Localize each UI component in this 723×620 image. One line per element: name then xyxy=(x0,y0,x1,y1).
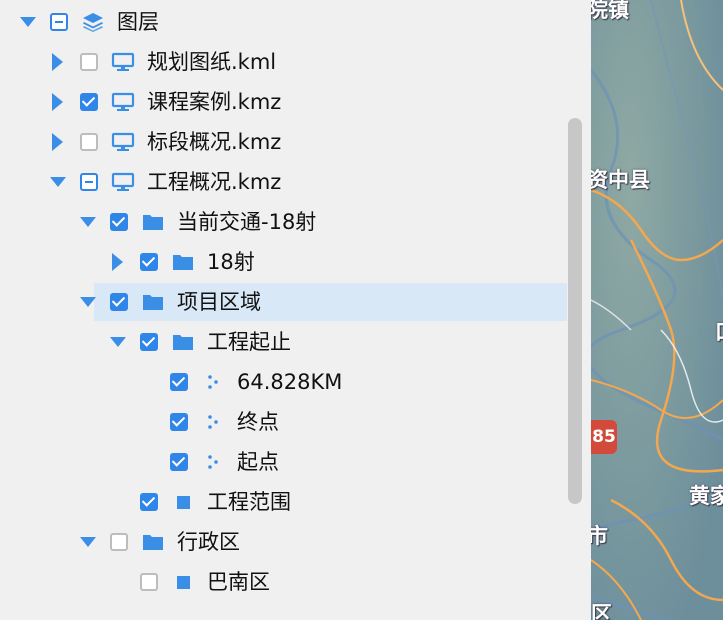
layer-tree: 图层规划图纸.kml 课程案例.kmz 标段概况.kmz 工程概况.kmz 当前交通-1… xyxy=(0,0,567,620)
tree-row[interactable]: 项目区域 xyxy=(0,282,567,322)
expand-arrow-icon[interactable] xyxy=(49,93,67,111)
layer-label: 图层 xyxy=(117,10,159,34)
layer-checkbox[interactable] xyxy=(140,333,158,351)
map-background xyxy=(591,0,723,620)
tree-row[interactable]: 当前交通-18射 xyxy=(0,202,567,242)
monitor-icon xyxy=(111,171,135,193)
layer-label: 课程案例.kmz xyxy=(147,90,282,114)
layer-checkbox[interactable] xyxy=(80,173,98,191)
map-label: 资中县 xyxy=(591,168,650,192)
layer-checkbox[interactable] xyxy=(80,133,98,151)
collapse-arrow-icon[interactable] xyxy=(109,333,127,351)
layer-label: 规划图纸.kml xyxy=(147,50,277,74)
tree-row[interactable]: 工程概况.kmz xyxy=(0,162,567,202)
layer-checkbox[interactable] xyxy=(110,293,128,311)
folder-icon xyxy=(141,211,165,233)
layer-label: 终点 xyxy=(237,410,279,434)
layer-label: 18射 xyxy=(207,250,255,274)
polygon-icon xyxy=(171,491,195,513)
layer-checkbox[interactable] xyxy=(140,573,158,591)
collapse-arrow-icon[interactable] xyxy=(49,173,67,191)
layer-label: 行政区 xyxy=(177,530,240,554)
map-view[interactable]: 院镇 资中县 口 85 黄家 市 区 xyxy=(591,0,723,620)
collapse-arrow-icon[interactable] xyxy=(19,13,37,31)
layer-checkbox[interactable] xyxy=(170,453,188,471)
map-label: 区 xyxy=(591,602,612,620)
layer-label: 标段概况.kmz xyxy=(147,130,282,154)
tree-row[interactable]: 起点 xyxy=(0,442,567,482)
collapse-arrow-icon[interactable] xyxy=(79,293,97,311)
map-label: 院镇 xyxy=(591,0,629,22)
layer-label: 项目区域 xyxy=(177,290,261,314)
layer-checkbox[interactable] xyxy=(140,253,158,271)
map-label: 口 xyxy=(715,316,723,346)
layer-label: 当前交通-18射 xyxy=(177,210,317,234)
tree-row[interactable]: 行政区 xyxy=(0,522,567,562)
tree-row[interactable]: 规划图纸.kml xyxy=(0,42,567,82)
collapse-arrow-icon[interactable] xyxy=(79,213,97,231)
scrollbar-thumb[interactable] xyxy=(568,118,582,504)
tree-root[interactable]: 图层 xyxy=(0,2,567,42)
layer-label: 64.828KM xyxy=(237,370,343,394)
layer-label: 起点 xyxy=(237,450,279,474)
layer-checkbox[interactable] xyxy=(140,493,158,511)
layer-checkbox[interactable] xyxy=(170,373,188,391)
collapse-arrow-icon[interactable] xyxy=(79,533,97,551)
monitor-icon xyxy=(111,91,135,113)
layer-checkbox[interactable] xyxy=(80,53,98,71)
map-label: 黄家 xyxy=(689,484,723,508)
road-badge: 85 xyxy=(591,420,617,454)
tree-row[interactable]: 64.828KM xyxy=(0,362,567,402)
tree-row[interactable]: 18射 xyxy=(0,242,567,282)
points-icon xyxy=(201,451,225,473)
layer-checkbox[interactable] xyxy=(80,93,98,111)
points-icon xyxy=(201,411,225,433)
layer-checkbox[interactable] xyxy=(110,213,128,231)
map-label: 市 xyxy=(591,524,608,548)
folder-icon xyxy=(171,251,195,273)
layer-label: 巴南区 xyxy=(207,570,270,594)
tree-row[interactable]: 课程案例.kmz xyxy=(0,82,567,122)
folder-icon xyxy=(171,331,195,353)
tree-row[interactable]: 工程范围 xyxy=(0,482,567,522)
layer-checkbox[interactable] xyxy=(110,533,128,551)
tree-row[interactable]: 标段概况.kmz xyxy=(0,122,567,162)
layer-label: 工程起止 xyxy=(207,330,291,354)
layer-checkbox[interactable] xyxy=(50,13,68,31)
layer-label: 工程概况.kmz xyxy=(147,170,282,194)
expand-arrow-icon[interactable] xyxy=(49,133,67,151)
tree-row[interactable]: 工程起止 xyxy=(0,322,567,362)
polygon-icon xyxy=(171,571,195,593)
layers-icon xyxy=(81,11,105,33)
layer-checkbox[interactable] xyxy=(170,413,188,431)
tree-row[interactable]: 终点 xyxy=(0,402,567,442)
monitor-icon xyxy=(111,131,135,153)
tree-row[interactable]: 巴南区 xyxy=(0,562,567,602)
monitor-icon xyxy=(111,51,135,73)
folder-icon xyxy=(141,531,165,553)
expand-arrow-icon[interactable] xyxy=(109,253,127,271)
folder-icon xyxy=(141,291,165,313)
points-icon xyxy=(201,371,225,393)
layer-label: 工程范围 xyxy=(207,490,291,514)
expand-arrow-icon[interactable] xyxy=(49,53,67,71)
